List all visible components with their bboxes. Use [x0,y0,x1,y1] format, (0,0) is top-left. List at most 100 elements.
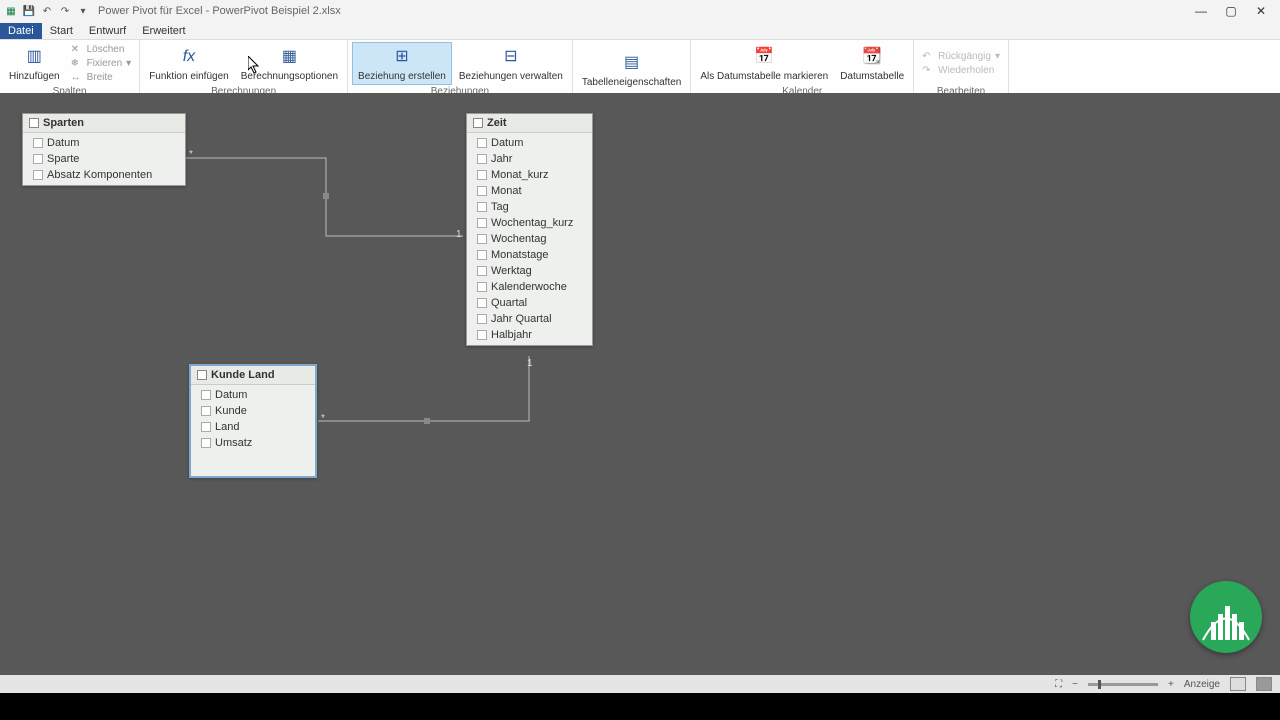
create-relationship-icon: ⊞ [390,45,414,69]
qat-dropdown-icon[interactable]: ▾ [76,4,90,18]
markieren-label: Als Datumstabelle markieren [700,71,828,82]
zoom-out-button[interactable]: − [1072,679,1078,690]
field-icon [201,422,211,432]
table-zeit[interactable]: Zeit Datum Jahr Monat_kurz Monat Tag Woc… [466,113,593,346]
erstellen-label: Beziehung erstellen [358,71,446,82]
field-icon [477,298,487,308]
table-header-sparten[interactable]: Sparten [23,114,185,133]
table-props-icon: ▤ [620,51,644,75]
field-item[interactable]: Datum [467,135,592,151]
field-item[interactable]: Sparte [23,151,185,167]
datumstabelle-markieren-button[interactable]: 📅 Als Datumstabelle markieren [695,43,833,84]
field-item[interactable]: Jahr [467,151,592,167]
funktion-label: Funktion einfügen [149,71,229,82]
field-item[interactable]: Quartal [467,295,592,311]
rel-one-marker: 1 [456,229,462,240]
field-item[interactable]: Wochentag_kurz [467,215,592,231]
wiederholen-button[interactable]: ↷Wiederholen [918,64,1004,78]
berechnungsoptionen-button[interactable]: ▦ Berechnungsoptionen [236,43,343,84]
breite-button[interactable]: ↔Breite [67,71,136,85]
table-fields-kunde-land: Datum Kunde Land Umsatz [191,385,315,453]
maximize-button[interactable]: ▢ [1216,1,1246,21]
ribbon-tabs: Datei Start Entwurf Erweitert [0,22,1280,40]
ribbon-group-bearbeiten: ↶Rückgängig ▾ ↷Wiederholen Bearbeiten [914,40,1009,99]
field-item[interactable]: Datum [23,135,185,151]
field-icon [477,266,487,276]
tab-start[interactable]: Start [42,23,81,39]
verwalten-label: Beziehungen verwalten [459,71,563,82]
field-icon [477,218,487,228]
field-item[interactable]: Wochentag [467,231,592,247]
table-kunde-land[interactable]: Kunde Land Datum Kunde Land Umsatz [189,364,317,478]
field-item[interactable]: Werktag [467,263,592,279]
zoom-slider[interactable] [1088,683,1158,686]
fit-icon[interactable]: ⛶ [1055,679,1062,690]
table-sparten[interactable]: Sparten Datum Sparte Absatz Komponenten [22,113,186,186]
ribbon-group-tabellen: ▤ Tabelleneigenschaften [573,40,692,99]
tabelle-label: Datumstabelle [840,71,904,82]
ribbon-group-spalten: ▥ Hinzufügen ✕Löschen ❄Fixieren ▾ ↔Breit… [0,40,140,99]
mark-date-table-icon: 📅 [752,45,776,69]
tab-datei[interactable]: Datei [0,23,42,39]
field-item[interactable]: Monatstage [467,247,592,263]
diagram-canvas[interactable]: * 1 * 1 Sparten Datum Sparte Absatz Komp… [0,93,1280,693]
field-icon [201,406,211,416]
excel-icon: ▦ [4,4,18,18]
table-icon [29,118,39,128]
tabelleneigenschaften-button[interactable]: ▤ Tabelleneigenschaften [577,49,687,90]
redo-icon[interactable]: ↷ [58,4,72,18]
field-icon [477,154,487,164]
optionen-label: Berechnungsoptionen [241,71,338,82]
field-icon [33,170,43,180]
field-item[interactable]: Datum [191,387,315,403]
field-item[interactable]: Monat_kurz [467,167,592,183]
width-icon: ↔ [71,72,83,84]
eigenschaften-label: Tabelleneigenschaften [582,77,682,88]
field-item[interactable]: Kalenderwoche [467,279,592,295]
field-icon [477,314,487,324]
ribbon: ▥ Hinzufügen ✕Löschen ❄Fixieren ▾ ↔Breit… [0,40,1280,100]
tab-erweitert[interactable]: Erweitert [134,23,193,39]
minimize-button[interactable]: — [1186,1,1216,21]
field-icon [477,186,487,196]
field-icon [477,250,487,260]
rel-many-marker: * [189,149,193,160]
field-item[interactable]: Jahr Quartal [467,311,592,327]
field-item[interactable]: Land [191,419,315,435]
field-item[interactable]: Absatz Komponenten [23,167,185,183]
loeschen-button[interactable]: ✕Löschen [67,43,136,57]
field-item[interactable]: Umsatz [191,435,315,451]
beziehungen-verwalten-button[interactable]: ⊟ Beziehungen verwalten [454,43,568,84]
field-icon [33,154,43,164]
quick-access-toolbar: ▦ 💾 ↶ ↷ ▾ [4,4,90,18]
field-item[interactable]: Monat [467,183,592,199]
funktion-button[interactable]: fx Funktion einfügen [144,43,234,84]
data-view-button[interactable] [1230,677,1246,691]
table-fields-zeit: Datum Jahr Monat_kurz Monat Tag Wochenta… [467,133,592,345]
save-icon[interactable]: 💾 [22,4,36,18]
field-item[interactable]: Halbjahr [467,327,592,343]
table-header-kunde-land[interactable]: Kunde Land [191,366,315,385]
freeze-icon: ❄ [71,58,83,70]
beziehung-erstellen-button[interactable]: ⊞ Beziehung erstellen [352,42,452,85]
undo-icon[interactable]: ↶ [40,4,54,18]
field-icon [477,202,487,212]
field-item[interactable]: Kunde [191,403,315,419]
field-icon [477,170,487,180]
rueckgaengig-button[interactable]: ↶Rückgängig ▾ [918,50,1004,64]
field-item[interactable]: Tag [467,199,592,215]
zoom-in-button[interactable]: + [1168,679,1174,690]
datumstabelle-button[interactable]: 📆 Datumstabelle [835,43,909,84]
close-button[interactable]: ✕ [1246,1,1276,21]
field-icon [477,234,487,244]
table-header-zeit[interactable]: Zeit [467,114,592,133]
tab-entwurf[interactable]: Entwurf [81,23,134,39]
hinzufuegen-label: Hinzufügen [9,71,60,82]
diagram-view-button[interactable] [1256,677,1272,691]
hinzufuegen-button[interactable]: ▥ Hinzufügen [4,43,65,84]
fixieren-button[interactable]: ❄Fixieren ▾ [67,57,136,71]
fx-icon: fx [177,45,201,69]
table-icon [473,118,483,128]
field-icon [477,330,487,340]
manage-relationships-icon: ⊟ [499,45,523,69]
